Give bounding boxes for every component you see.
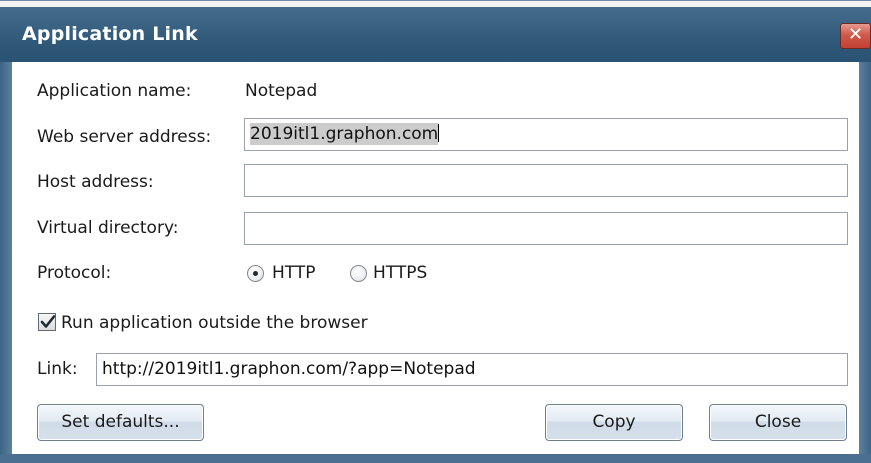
app-name-label: Application name: [37,81,192,101]
close-button[interactable]: Close [709,404,847,441]
run-outside-checkbox[interactable] [38,313,56,331]
protocol-label: Protocol: [37,263,112,283]
link-label: Link: [37,359,78,379]
web-server-input-value: 2019itl1.graphon.com [250,123,439,145]
checkmark-icon [40,315,56,328]
app-name-value: Notepad [245,81,318,101]
window-frame-left [0,62,12,463]
web-server-input[interactable]: 2019itl1.graphon.com [244,118,848,151]
text-cursor [438,124,440,142]
protocol-https-radio[interactable] [350,265,367,282]
window-title: Application Link [22,23,198,45]
web-server-label: Web server address: [37,127,212,147]
protocol-http-radio[interactable] [247,265,264,282]
protocol-http-label[interactable]: HTTP [272,263,316,283]
close-icon: ✕ [847,24,864,45]
protocol-https-label[interactable]: HTTPS [373,263,427,283]
window-frame-bottom [0,454,871,463]
virtual-dir-input[interactable] [244,212,848,245]
run-outside-label[interactable]: Run application outside the browser [61,313,368,333]
virtual-dir-label: Virtual directory: [37,218,179,238]
set-defaults-button-label: Set defaults... [61,412,180,432]
copy-button[interactable]: Copy [545,404,683,441]
set-defaults-button[interactable]: Set defaults... [37,404,204,441]
application-link-dialog: Application Link ✕ Application name: Not… [0,0,871,463]
link-input[interactable]: http://2019itl1.graphon.com/?app=Notepad [96,353,848,386]
link-input-value: http://2019itl1.graphon.com/?app=Notepad [102,359,476,379]
host-address-input[interactable] [244,164,848,197]
radio-selected-dot [253,271,258,276]
close-window-button[interactable]: ✕ [840,23,871,49]
close-button-label: Close [754,412,802,432]
copy-button-label: Copy [592,412,636,432]
host-address-label: Host address: [37,172,154,192]
window-frame-right [859,62,871,463]
title-bar[interactable]: Application Link ✕ [0,0,871,62]
